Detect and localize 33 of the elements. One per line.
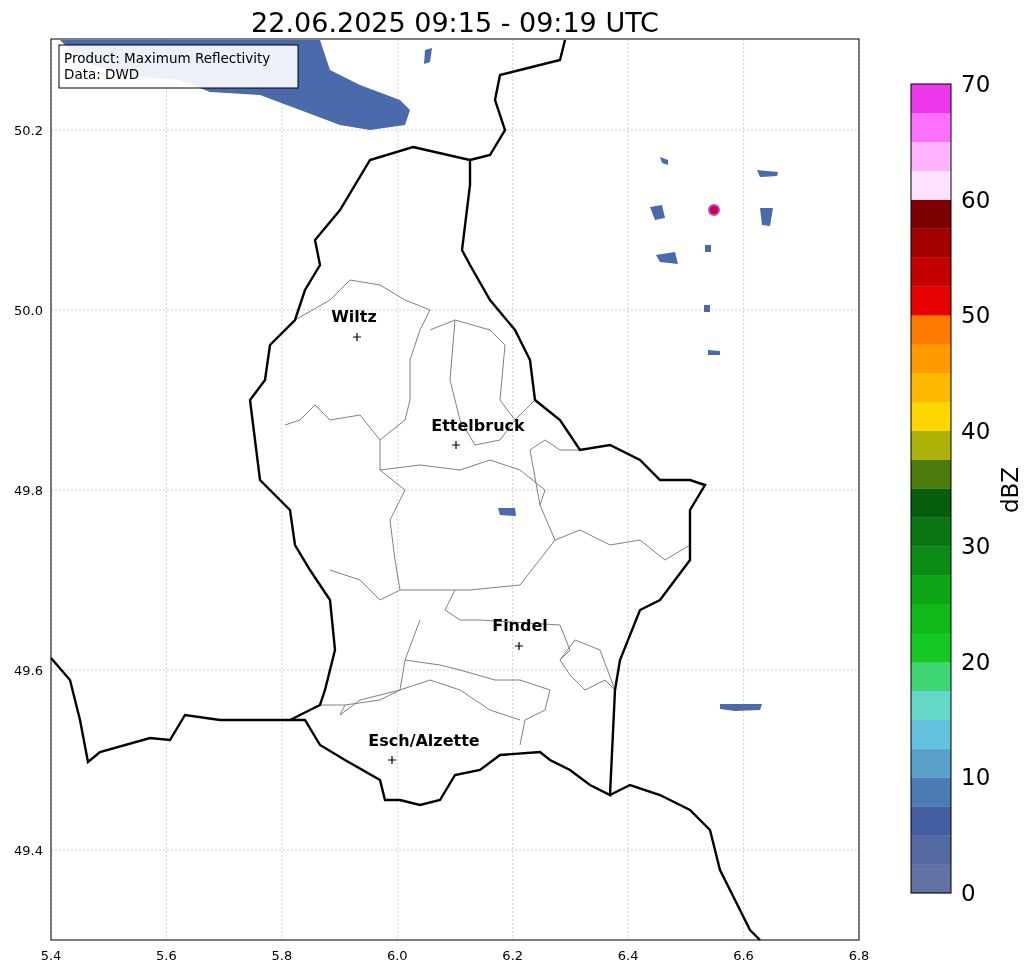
x-tick-label: 5.8: [271, 948, 293, 963]
x-tick-label: 6.2: [502, 948, 524, 963]
x-tick-label: 6.8: [848, 948, 870, 963]
colorbar-tick-label: 0: [961, 880, 976, 906]
y-tick-label: 49.6: [14, 663, 43, 678]
colorbar-tick-label: 60: [961, 186, 991, 213]
chart-title: 22.06.2025 09:15 - 09:19 UTC: [251, 7, 659, 38]
y-tick-label: 50.0: [14, 303, 43, 318]
x-tick-label: 5.6: [156, 948, 177, 963]
city-label: Ettelbruck: [431, 416, 525, 435]
colorbar-label: dBZ: [997, 466, 1023, 514]
y-tick-label: 49.8: [14, 483, 43, 498]
city-label: Esch/Alzette: [368, 731, 480, 750]
cross-marker-icon: [514, 641, 524, 651]
y-tick-label: 50.2: [14, 123, 43, 138]
cross-marker-icon: [352, 332, 362, 342]
x-tick-label: 6.4: [617, 948, 639, 963]
x-tick-label: 5.4: [40, 948, 62, 963]
x-tick-label: 6.6: [733, 948, 754, 963]
cross-marker-icon: [451, 440, 461, 450]
colorbar-tick-label: 50: [961, 302, 991, 329]
city-label: Wiltz: [331, 307, 377, 326]
colorbar-tick-label: 20: [961, 648, 991, 675]
info-text: Product: Maximum Reflectivity: [64, 50, 271, 66]
y-tick-label: 49.4: [14, 843, 43, 858]
info-text: Data: DWD: [64, 66, 140, 82]
colorbar-tick-label: 10: [961, 764, 991, 791]
colorbar-tick-label: 30: [961, 533, 991, 560]
city-label: Findel: [492, 616, 548, 635]
colorbar-tick-label: 40: [961, 417, 991, 444]
colorbar-tick-label: 70: [961, 71, 991, 97]
x-tick-label: 6.0: [386, 948, 408, 963]
cross-marker-icon: [387, 755, 397, 765]
